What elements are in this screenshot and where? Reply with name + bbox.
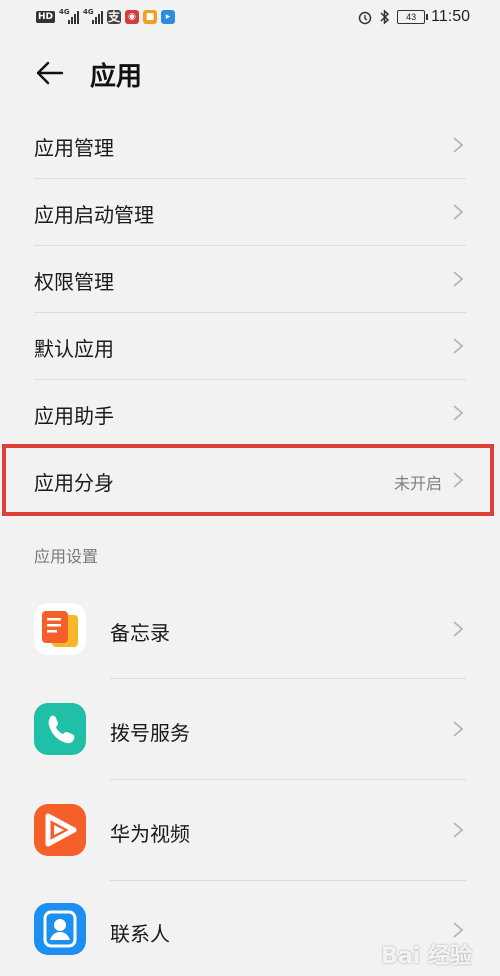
menu-item-startup-management[interactable]: 应用启动管理 xyxy=(0,179,500,245)
menu-item-label: 应用启动管理 xyxy=(34,203,154,227)
video-icon xyxy=(34,804,86,856)
app-label: 备忘录 xyxy=(110,621,170,645)
chevron-right-icon xyxy=(453,204,464,220)
chevron-right-icon xyxy=(453,405,464,421)
chevron-right-icon xyxy=(453,137,464,153)
menu-item-label: 默认应用 xyxy=(34,337,114,361)
app-label: 联系人 xyxy=(110,922,170,946)
menu-item-label: 权限管理 xyxy=(34,270,114,294)
app-row-dialer-service[interactable]: 拨号服务 xyxy=(0,679,500,779)
app-notification-icon: ◉ xyxy=(125,10,140,24)
highlight-box xyxy=(2,444,494,516)
app-row-huawei-video[interactable]: 华为视频 xyxy=(0,780,500,880)
app-label: 拨号服务 xyxy=(110,721,190,745)
alipay-notification-icon: 支 xyxy=(107,10,122,24)
app-bar: 应用 xyxy=(0,36,500,112)
app-notification-icon: ■ xyxy=(143,10,158,24)
menu-item-label: 应用管理 xyxy=(34,136,114,160)
chevron-right-icon xyxy=(453,338,464,354)
status-bar: HD 4G 4G 支 ◉ ■ ▸ 43 11:50 xyxy=(0,0,500,36)
menu-item-permission-management[interactable]: 权限管理 xyxy=(0,246,500,312)
hd-badge: HD xyxy=(36,11,56,23)
chevron-right-icon xyxy=(453,271,464,287)
memo-icon xyxy=(34,603,86,655)
chevron-right-icon xyxy=(453,922,464,938)
page-title: 应用 xyxy=(90,62,143,92)
status-bar-left: HD 4G 4G 支 ◉ ■ ▸ xyxy=(36,8,176,24)
status-bar-right: 43 11:50 xyxy=(357,8,470,26)
battery-icon: 43 xyxy=(397,10,429,24)
app-row-memo[interactable]: 备忘录 xyxy=(0,580,500,678)
menu-item-app-management[interactable]: 应用管理 xyxy=(0,112,500,178)
app-label: 华为视频 xyxy=(110,822,190,846)
menu-item-default-apps[interactable]: 默认应用 xyxy=(0,313,500,379)
bluetooth-icon xyxy=(380,9,390,25)
status-time: 11:50 xyxy=(431,8,470,25)
watermark: Bai 经验 xyxy=(381,944,472,969)
back-arrow-icon[interactable] xyxy=(34,58,64,88)
alarm-icon xyxy=(358,11,372,25)
chevron-right-icon xyxy=(453,621,464,637)
contacts-icon xyxy=(34,903,86,955)
menu-item-label: 应用助手 xyxy=(34,404,114,428)
chevron-right-icon xyxy=(453,721,464,737)
signal-icon: 4G xyxy=(59,8,80,24)
chevron-right-icon xyxy=(453,822,464,838)
signal-icon: 4G xyxy=(83,8,104,24)
phone-icon xyxy=(34,703,86,755)
menu-item-app-assistant[interactable]: 应用助手 xyxy=(0,380,500,446)
app-notification-icon: ▸ xyxy=(161,10,176,24)
section-header: 应用设置 xyxy=(34,547,99,566)
